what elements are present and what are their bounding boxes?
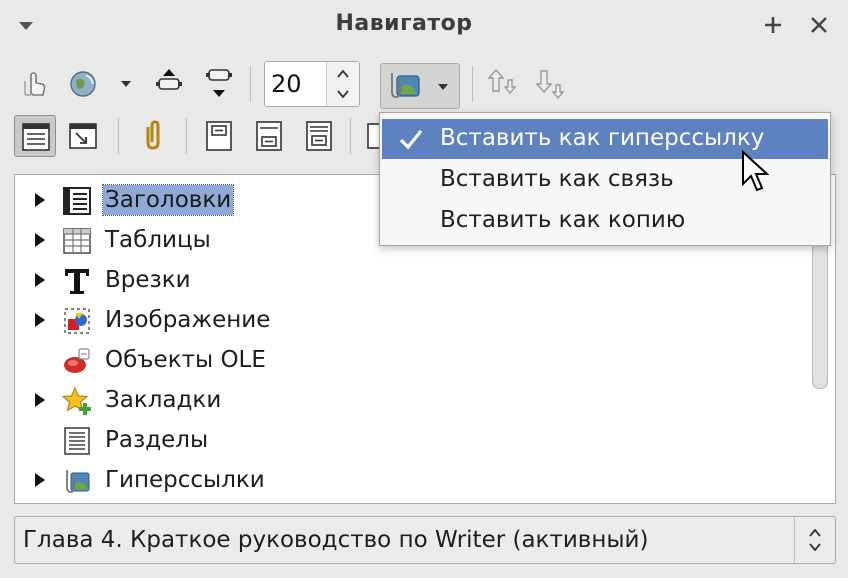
close-button[interactable]: [804, 10, 834, 40]
text-frame-icon: [65, 269, 89, 294]
drag-mode-dropdown[interactable]: [380, 63, 460, 109]
heading-levels-spinbox[interactable]: 20: [264, 61, 360, 107]
tree-item-images[interactable]: Изображение: [15, 300, 795, 340]
footer-icon: [256, 121, 282, 151]
demote-level-icon: [535, 70, 565, 100]
toolbar-separator: [118, 118, 119, 154]
expand-arrow-icon[interactable]: [33, 472, 47, 488]
move-down-icon: [206, 69, 232, 97]
promote-level-button[interactable]: [482, 63, 524, 105]
document-select[interactable]: Глава 4. Краткое руководство по Writer (…: [14, 516, 836, 564]
header-button[interactable]: [198, 115, 240, 157]
menu-item-insert-as-copy[interactable]: Вставить как копию: [382, 201, 828, 241]
content-navigation-view-button[interactable]: [14, 115, 56, 157]
chevron-down-icon: [438, 84, 448, 90]
close-icon: [811, 17, 827, 33]
toggle-button[interactable]: [14, 63, 56, 105]
tree-item-label: Закладки: [105, 387, 222, 413]
anchor-text-icon: [306, 121, 332, 151]
expand-arrow-icon[interactable]: [33, 272, 47, 288]
navigation-button[interactable]: [62, 63, 104, 105]
move-up-down-icon: [156, 69, 182, 90]
anchor-text-button[interactable]: [298, 115, 340, 157]
tree-item-label: Таблицы: [105, 227, 211, 253]
reminder-button[interactable]: [132, 115, 174, 157]
ole-object-icon: [64, 348, 90, 373]
headings-icon: [63, 187, 91, 215]
image-icon: [64, 308, 90, 334]
list-box-button[interactable]: [360, 115, 380, 157]
spin-buttons[interactable]: [326, 62, 359, 106]
section-icon: [64, 427, 90, 455]
mouse-cursor-icon: [742, 150, 769, 192]
document-select-value: Глава 4. Краткое руководство по Writer (…: [23, 527, 649, 553]
promote-chapter-button[interactable]: [148, 63, 190, 105]
heading-levels-value: 20: [271, 70, 302, 98]
hyperlink-insert-icon: [391, 73, 420, 98]
toolbar-separator: [250, 66, 251, 102]
document-select-arrows[interactable]: [794, 517, 835, 563]
tree-item-label: Заголовки: [101, 184, 235, 216]
paperclip-icon: [146, 120, 160, 150]
expand-arrow-icon[interactable]: [33, 192, 47, 208]
table-icon: [63, 228, 91, 254]
tree-item-sections[interactable]: Разделы: [15, 420, 795, 460]
tree-item-label: Гиперссылки: [105, 467, 265, 493]
demote-level-button[interactable]: [530, 63, 572, 105]
spin-up-icon[interactable]: [335, 67, 351, 81]
tree-item-label: Врезки: [105, 267, 191, 293]
updown-chevron-icon: [809, 528, 821, 552]
tree-item-label: Изображение: [105, 307, 271, 333]
check-icon: [399, 129, 423, 150]
expand-arrow-icon[interactable]: [33, 312, 47, 328]
toolbar-separator: [350, 118, 351, 154]
toolbar-separator: [186, 118, 187, 154]
menu-item-label: Вставить как гиперссылку: [440, 125, 765, 151]
tree-item-ole-objects[interactable]: Объекты OLE: [15, 340, 795, 380]
demote-chapter-button[interactable]: [198, 63, 240, 105]
expand-arrow-icon[interactable]: [33, 392, 47, 408]
tree-item-label: Разделы: [105, 427, 209, 453]
menu-item-label: Вставить как связь: [440, 166, 674, 192]
bookmark-icon: [61, 386, 91, 415]
hand-pointer-icon: [24, 72, 46, 96]
promote-level-icon: [487, 68, 517, 95]
list-box-icon: [367, 123, 380, 149]
hyperlink-icon: [66, 470, 90, 493]
list-view-icon: [22, 123, 50, 151]
tree-item-frames[interactable]: Врезки: [15, 260, 795, 300]
header-icon: [206, 121, 232, 151]
toolbar-separator: [472, 66, 473, 102]
navigation-dropdown-icon[interactable]: [118, 76, 134, 92]
footer-button[interactable]: [248, 115, 290, 157]
menu-item-label: Вставить как копию: [440, 207, 686, 233]
window-title: Навигатор: [335, 11, 473, 36]
window-arrow-icon: [69, 123, 97, 149]
add-button[interactable]: [758, 10, 788, 40]
tree-item-label: Объекты OLE: [105, 347, 266, 373]
set-reminder-button[interactable]: [62, 115, 104, 157]
tree-item-hyperlinks[interactable]: Гиперссылки: [15, 460, 795, 500]
plus-icon: [765, 17, 781, 33]
navigation-globe-icon: [70, 71, 96, 97]
expand-arrow-icon[interactable]: [33, 232, 47, 248]
spin-down-icon[interactable]: [335, 87, 351, 101]
title-bar: Навигатор: [0, 0, 848, 52]
tree-item-bookmarks[interactable]: Закладки: [15, 380, 795, 420]
